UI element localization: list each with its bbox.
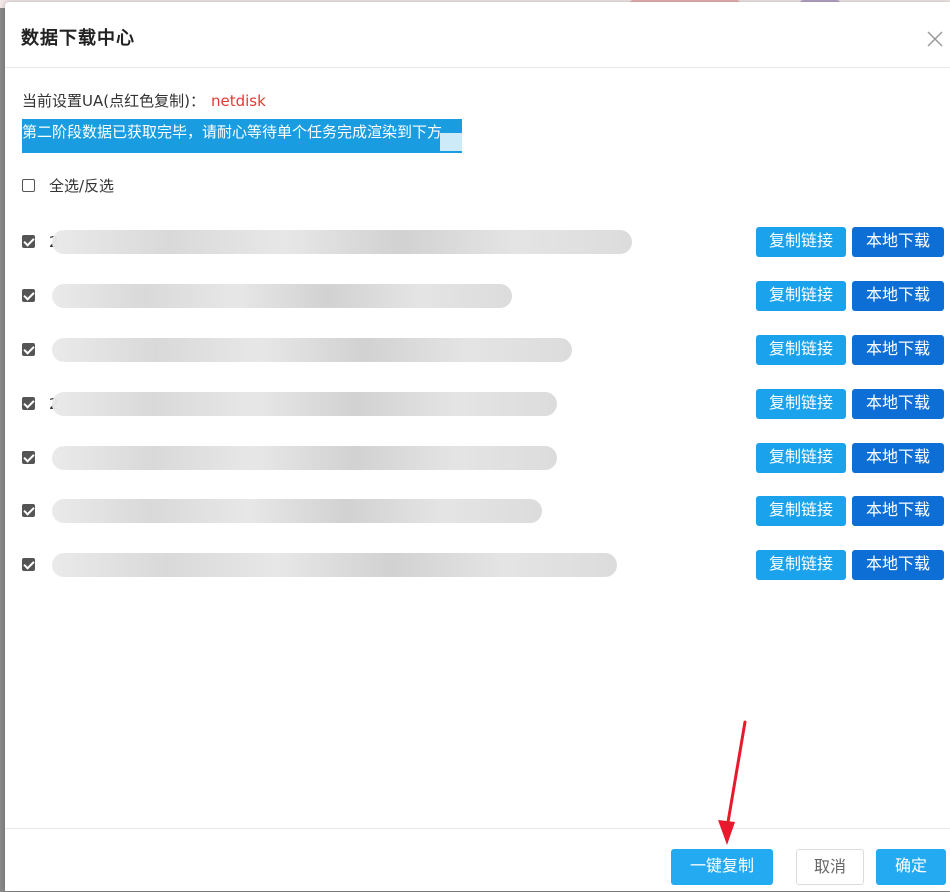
cancel-button[interactable]: 取消 — [796, 849, 864, 885]
task-checkbox[interactable] — [22, 235, 35, 248]
copy-link-button[interactable]: 复制链接 — [756, 550, 846, 580]
task-checkbox[interactable] — [22, 558, 35, 571]
copy-link-button[interactable]: 复制链接 — [756, 227, 846, 257]
local-download-button[interactable]: 本地下载 — [852, 281, 944, 311]
blurred-task-name — [52, 499, 542, 523]
task-checkbox[interactable] — [22, 504, 35, 517]
task-row: 2 复制链接 本地下载 — [22, 389, 947, 419]
local-download-button[interactable]: 本地下载 — [852, 496, 944, 526]
select-all-toggle[interactable]: 全选/反选 — [22, 174, 114, 196]
task-row: 复制链接 本地下载 — [22, 496, 947, 526]
download-center-dialog: 数据下载中心 当前设置UA(点红色复制)： netdisk 第二阶段数据已获取完毕… — [5, 2, 950, 891]
task-checkbox[interactable] — [22, 343, 35, 356]
copy-link-button[interactable]: 复制链接 — [756, 281, 846, 311]
copy-link-button[interactable]: 复制链接 — [756, 443, 846, 473]
local-download-button[interactable]: 本地下载 — [852, 389, 944, 419]
local-download-button[interactable]: 本地下载 — [852, 443, 944, 473]
task-checkbox[interactable] — [22, 397, 35, 410]
ua-value[interactable]: netdisk — [211, 92, 266, 110]
blurred-task-name — [52, 392, 557, 416]
local-download-button[interactable]: 本地下载 — [852, 227, 944, 257]
local-download-button[interactable]: 本地下载 — [852, 550, 944, 580]
blurred-task-name — [52, 553, 617, 577]
blurred-task-name — [52, 230, 632, 254]
blurred-task-name — [52, 284, 512, 308]
task-row: 复制链接 本地下载 — [22, 443, 947, 473]
copy-link-button[interactable]: 复制链接 — [756, 335, 846, 365]
copy-link-button[interactable]: 复制链接 — [756, 389, 846, 419]
close-icon[interactable] — [924, 28, 946, 50]
dialog-header: 数据下载中心 — [5, 2, 950, 68]
blurred-task-name — [52, 446, 557, 470]
task-row: 复制链接 本地下载 — [22, 550, 947, 580]
copy-all-button[interactable]: 一键复制 — [671, 849, 773, 885]
confirm-button[interactable]: 确定 — [876, 849, 946, 885]
dialog-title: 数据下载中心 — [21, 28, 135, 49]
ua-setting-line: 当前设置UA(点红色复制)： netdisk — [22, 90, 266, 111]
status-message: 第二阶段数据已获取完毕，请耐心等待单个任务完成渲染到下方 — [22, 119, 463, 153]
task-row: 复制链接 本地下载 — [22, 335, 947, 365]
blurred-task-name — [52, 338, 572, 362]
dialog-footer: 一键复制 取消 确定 — [5, 828, 950, 892]
task-checkbox[interactable] — [22, 289, 35, 302]
select-all-checkbox[interactable] — [22, 178, 35, 192]
copy-link-button[interactable]: 复制链接 — [756, 496, 846, 526]
task-row: 复制链接 本地下载 — [22, 281, 947, 311]
local-download-button[interactable]: 本地下载 — [852, 335, 944, 365]
ua-label: 当前设置UA(点红色复制)： — [22, 92, 205, 110]
select-all-label: 全选/反选 — [49, 176, 115, 195]
task-checkbox[interactable] — [22, 451, 35, 464]
task-row: 2 复制链接 本地下载 — [22, 227, 947, 257]
